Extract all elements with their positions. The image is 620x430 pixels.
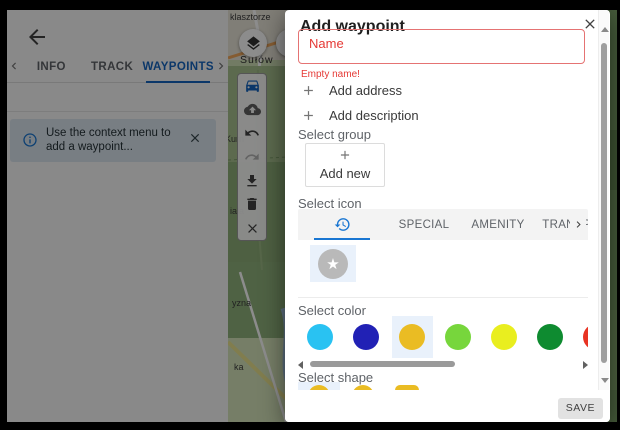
icon-tabs-next-icon[interactable] bbox=[570, 209, 586, 240]
add-new-label: Add new bbox=[306, 166, 384, 181]
star-icon: ★ bbox=[318, 249, 348, 279]
icon-tab-amenity[interactable]: AMENITY bbox=[462, 209, 534, 240]
name-error-text: Empty name! bbox=[301, 69, 360, 80]
icon-tab-special[interactable]: SPECIAL bbox=[386, 209, 462, 240]
add-address-button[interactable]: Add address bbox=[301, 80, 501, 100]
dialog-scrollbar[interactable] bbox=[598, 10, 609, 390]
name-input-label: Name bbox=[309, 36, 344, 51]
icon-tab-recent[interactable] bbox=[298, 209, 386, 240]
dialog-close-icon[interactable] bbox=[582, 16, 598, 32]
icon-category-tabs: SPECIAL AMENITY TRANSPORT bbox=[298, 209, 588, 240]
color-swatch[interactable] bbox=[445, 324, 471, 350]
recent-history-icon bbox=[334, 216, 351, 233]
plus-icon bbox=[301, 108, 316, 123]
app-content: INFO TRACK WAYPOINTS Use the context men… bbox=[7, 10, 617, 422]
app-window: INFO TRACK WAYPOINTS Use the context men… bbox=[0, 0, 620, 430]
color-swatch-selected[interactable] bbox=[399, 324, 425, 350]
scrollbar-thumb[interactable] bbox=[601, 43, 607, 363]
name-input[interactable]: Name bbox=[298, 29, 585, 64]
scroll-right-icon[interactable] bbox=[583, 361, 588, 369]
plus-icon bbox=[338, 148, 352, 162]
scroll-down-icon[interactable] bbox=[601, 378, 609, 383]
color-swatch[interactable] bbox=[491, 324, 517, 350]
plus-icon bbox=[301, 83, 316, 98]
color-swatch[interactable] bbox=[353, 324, 379, 350]
color-swatch[interactable] bbox=[307, 324, 333, 350]
scrollbar-thumb[interactable] bbox=[310, 361, 455, 367]
color-swatch[interactable] bbox=[537, 324, 563, 350]
add-address-label: Add address bbox=[329, 83, 402, 98]
add-description-button[interactable]: Add description bbox=[301, 105, 501, 125]
scroll-up-icon[interactable] bbox=[601, 27, 609, 32]
dialog-actions: SAVE bbox=[285, 390, 610, 422]
add-description-label: Add description bbox=[329, 108, 419, 123]
color-swatch[interactable] bbox=[583, 324, 588, 350]
add-new-group-button[interactable]: Add new bbox=[305, 143, 385, 187]
color-scrollbar[interactable] bbox=[298, 360, 588, 368]
color-picker bbox=[298, 316, 588, 358]
select-group-label: Select group bbox=[298, 127, 371, 142]
scroll-left-icon[interactable] bbox=[298, 361, 303, 369]
waypoint-icon-star-selected[interactable]: ★ bbox=[310, 245, 356, 282]
add-waypoint-dialog: Add waypoint Name Empty name! Add addres… bbox=[285, 10, 610, 422]
save-button[interactable]: SAVE bbox=[558, 398, 603, 419]
icon-grid: ★ bbox=[298, 240, 588, 298]
